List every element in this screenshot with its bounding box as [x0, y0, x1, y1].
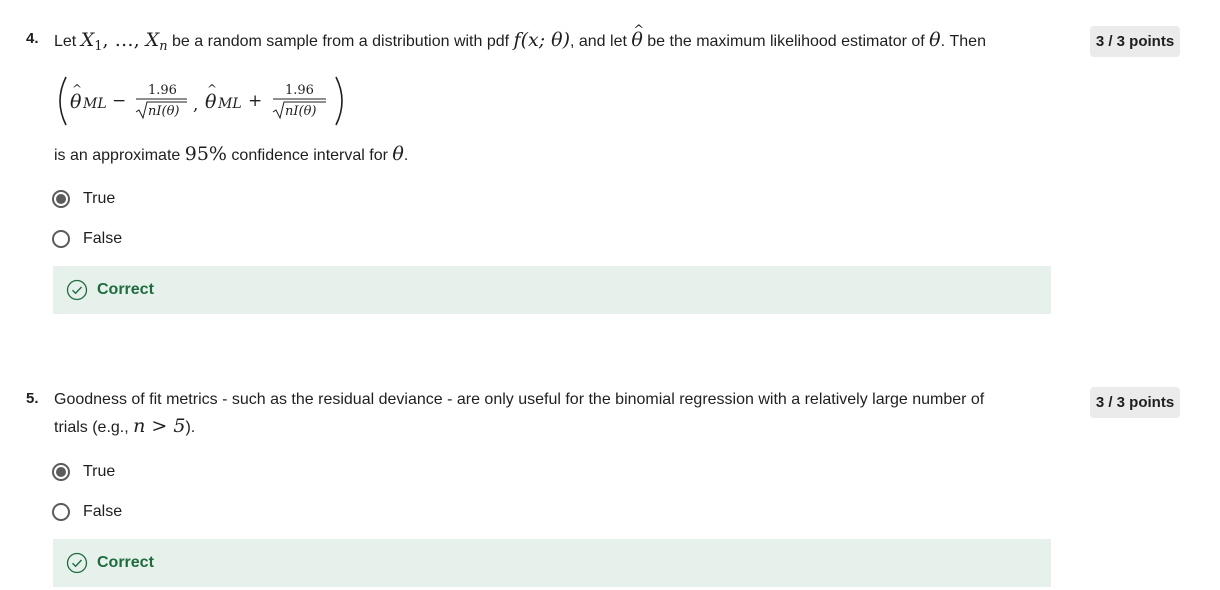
option-true[interactable]: True — [52, 460, 115, 484]
option-false[interactable]: False — [52, 227, 122, 251]
radio-selected-icon[interactable] — [52, 463, 70, 481]
feedback-banner: Correct — [53, 266, 1051, 314]
option-label: True — [83, 190, 116, 207]
radio-selected-icon[interactable] — [52, 190, 70, 208]
svg-text:nI(θ): nI(θ) — [148, 104, 179, 119]
svg-text:−: − — [112, 91, 126, 111]
option-label: False — [83, 503, 123, 520]
feedback-banner: Correct — [53, 539, 1051, 587]
svg-text:ML: ML — [82, 96, 107, 112]
radio-unselected-icon[interactable] — [52, 230, 70, 248]
check-circle-icon — [66, 552, 88, 574]
question-number: 5. — [26, 390, 39, 407]
question-text-continued: is an approximate 95% confidence interva… — [54, 143, 409, 165]
option-false[interactable]: False — [52, 500, 122, 524]
svg-text:nI(θ): nI(θ) — [285, 104, 316, 119]
question-text: Goodness of fit metrics - such as the re… — [54, 391, 985, 437]
svg-text:ML: ML — [217, 96, 242, 112]
check-circle-icon — [66, 279, 88, 301]
points-badge: 3 / 3 points — [1090, 387, 1180, 418]
radio-unselected-icon[interactable] — [52, 503, 70, 521]
svg-text:,: , — [193, 95, 198, 115]
option-label: False — [83, 230, 123, 247]
question-text: Let X1, …, Xn be a random sample from a … — [54, 18, 986, 60]
option-true[interactable]: True — [52, 187, 115, 211]
feedback-text: Correct — [97, 554, 154, 571]
svg-text:+: + — [248, 91, 262, 111]
points-badge: 3 / 3 points — [1090, 26, 1180, 57]
svg-text:^: ^ — [207, 82, 217, 96]
svg-text:^: ^ — [72, 82, 82, 96]
question-number: 4. — [26, 30, 39, 47]
svg-text:1.96: 1.96 — [148, 83, 177, 98]
svg-text:1.96: 1.96 — [285, 83, 314, 98]
confidence-interval-formula: θ ^ ML − 1.96 nI(θ) , θ ^ ML + 1.96 nI(θ… — [59, 76, 343, 126]
option-label: True — [83, 463, 116, 480]
feedback-text: Correct — [97, 281, 154, 298]
